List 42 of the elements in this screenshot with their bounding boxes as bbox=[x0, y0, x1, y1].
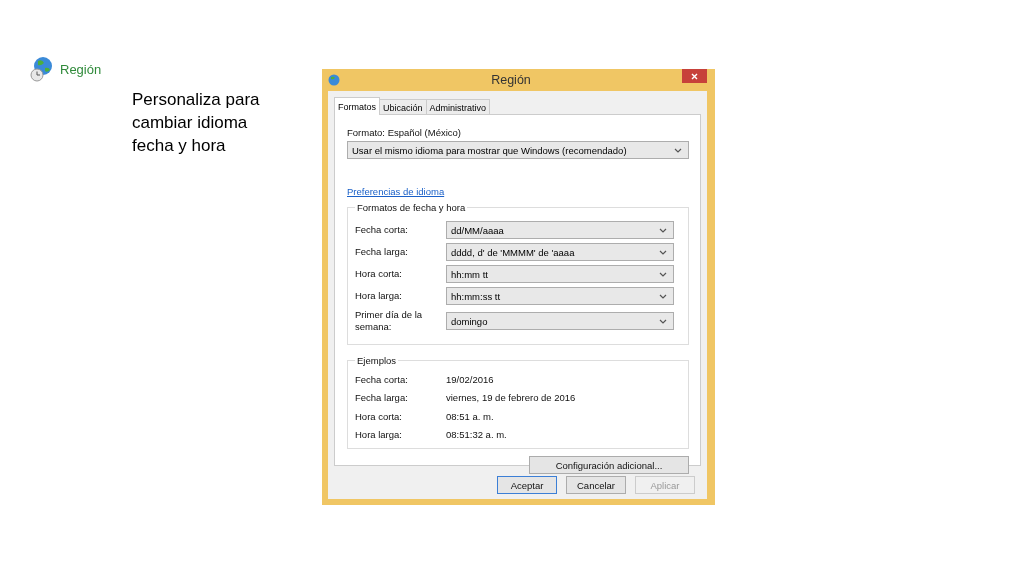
format-dropdown[interactable]: dddd, d' de 'MMMM' de 'aaaa bbox=[446, 243, 674, 261]
dropdown-caret-icon bbox=[659, 271, 667, 277]
group-title: Formatos de fecha y hora bbox=[356, 202, 467, 213]
dropdown-caret-icon bbox=[659, 227, 667, 233]
field-label: Fecha larga: bbox=[355, 246, 409, 258]
field-label: Primer día de la semana: bbox=[355, 309, 424, 333]
format-dropdown[interactable]: hh:mm:ss tt bbox=[446, 287, 674, 305]
dialog-button[interactable]: Aceptar bbox=[497, 476, 557, 494]
example-label: Hora corta: bbox=[355, 410, 403, 422]
format-dropdown[interactable]: hh:mm tt bbox=[446, 265, 674, 283]
caption-text: Personaliza para cambiar idioma fecha y hora bbox=[132, 89, 261, 157]
window-title: Región bbox=[490, 73, 532, 87]
field-label: Fecha corta: bbox=[355, 224, 409, 236]
format-label: Formato: Español (México) bbox=[347, 127, 463, 138]
example-label: Fecha corta: bbox=[355, 373, 409, 385]
group-title: Ejemplos bbox=[356, 355, 398, 366]
tab[interactable]: Ubicación bbox=[379, 99, 427, 115]
dialog-button[interactable]: Cancelar bbox=[566, 476, 626, 494]
field-label: Hora larga: bbox=[355, 290, 403, 302]
field-label: Hora corta: bbox=[355, 268, 403, 280]
close-icon bbox=[691, 72, 698, 80]
globe-clock-icon bbox=[30, 56, 54, 82]
example-label: Hora larga: bbox=[355, 429, 403, 441]
dropdown-caret-icon bbox=[659, 249, 667, 255]
dropdown-caret-icon bbox=[659, 293, 667, 299]
language-dropdown[interactable]: Usar el mismo idioma para mostrar que Windows (recomendado) bbox=[347, 141, 689, 159]
dropdown-caret-icon bbox=[659, 318, 667, 324]
additional-settings-button[interactable]: Configuración adicional... bbox=[529, 456, 689, 474]
example-value: 19/02/2016 bbox=[446, 373, 494, 385]
example-value: 08:51 a. m. bbox=[446, 410, 494, 422]
format-dropdown[interactable]: domingo bbox=[446, 312, 674, 330]
example-value: viernes, 19 de febrero de 2016 bbox=[446, 392, 576, 404]
globe-icon bbox=[328, 74, 340, 86]
close-button[interactable] bbox=[682, 69, 707, 83]
format-dropdown[interactable]: dd/MM/aaaa bbox=[446, 221, 674, 239]
language-preferences-link[interactable]: Preferencias de idioma bbox=[347, 186, 445, 197]
app-label[interactable]: Región bbox=[60, 61, 102, 77]
example-label: Fecha larga: bbox=[355, 392, 409, 404]
tab[interactable]: Administrativo bbox=[425, 99, 491, 115]
tab[interactable]: Formatos bbox=[334, 97, 380, 115]
dropdown-caret-icon bbox=[674, 147, 682, 153]
example-value: 08:51:32 a. m. bbox=[446, 429, 507, 441]
